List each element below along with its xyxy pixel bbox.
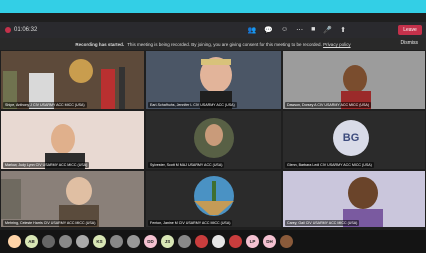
toolbar-icons: 👥 💬 ☺ ⋯ ■ 🎤 ⬆ bbox=[248, 26, 346, 34]
participant-bubble[interactable]: AB bbox=[25, 235, 38, 248]
video-tile[interactable]: Dawson, Dorsey A CIV USARMY ACC MICC (US… bbox=[282, 50, 426, 110]
video-tile[interactable]: Sylvester, Scott M MAJ USARMY ACC (USA) bbox=[145, 110, 282, 170]
video-tile[interactable]: Marlow, Judy Lynn CIV USARMY ACC MICC (U… bbox=[0, 110, 145, 170]
participant-bubble[interactable] bbox=[229, 235, 242, 248]
participant-bubble[interactable] bbox=[280, 235, 293, 248]
participant-tray: AB KS DD JS LP DH bbox=[0, 230, 426, 253]
participant-name: Mehring, Celeste Harris CIV USARMY ACC M… bbox=[3, 220, 98, 226]
more-icon[interactable]: ⋯ bbox=[296, 26, 303, 34]
participant-name: Sylvester, Scott M MAJ USARMY ACC (USA) bbox=[148, 162, 225, 168]
video-tile[interactable]: Carey, Gail CIV USARMY ACC MICC (USA) bbox=[282, 170, 426, 228]
participant-name: Glenn, Barbara Ledi CIV USARMY ACC MICC … bbox=[285, 162, 374, 168]
video-grid: Shipe, Anthony J CIV USARMY ACC MICC (US… bbox=[0, 50, 426, 228]
participant-bubble[interactable] bbox=[195, 235, 208, 248]
participant-bubble[interactable]: JS bbox=[161, 235, 174, 248]
meeting-toolbar: 01:06:32 👥 💬 ☺ ⋯ ■ 🎤 ⬆ Leave bbox=[0, 22, 426, 38]
video-tile[interactable]: Earl-Schafhuhs, Jennifer L CIV USARMY AC… bbox=[145, 50, 282, 110]
recording-indicator-icon bbox=[5, 27, 11, 33]
participant-bubble[interactable]: DH bbox=[263, 235, 276, 248]
video-tile[interactable]: BG Glenn, Barbara Ledi CIV USARMY ACC MI… bbox=[282, 110, 426, 170]
recording-title: Recording has started. bbox=[75, 41, 125, 47]
participant-bubble[interactable] bbox=[178, 235, 191, 248]
participant-name: Fenton, Janine M CIV USARMY ACC MICC (US… bbox=[148, 220, 233, 226]
participant-avatar: BG bbox=[333, 120, 369, 156]
recording-banner: Recording has started. This meeting is b… bbox=[0, 38, 426, 50]
participant-bubble[interactable] bbox=[127, 235, 140, 248]
participant-bubble[interactable] bbox=[76, 235, 89, 248]
participant-name: Shipe, Anthony J CIV USARMY ACC MICC (US… bbox=[3, 102, 87, 108]
participant-bubble[interactable] bbox=[42, 235, 55, 248]
participant-bubble[interactable] bbox=[8, 235, 21, 248]
participant-bubble[interactable]: KS bbox=[93, 235, 106, 248]
share-icon[interactable]: ⬆ bbox=[340, 26, 346, 34]
participant-bubble[interactable] bbox=[212, 235, 225, 248]
dismiss-button[interactable]: Dismiss bbox=[401, 40, 419, 46]
participant-name: Earl-Schafhuhs, Jennifer L CIV USARMY AC… bbox=[148, 102, 237, 108]
video-tile[interactable]: Fenton, Janine M CIV USARMY ACC MICC (US… bbox=[145, 170, 282, 228]
video-tile[interactable]: Mehring, Celeste Harris CIV USARMY ACC M… bbox=[0, 170, 145, 228]
window-top-strip bbox=[0, 0, 426, 13]
participant-name: Marlow, Judy Lynn CIV USARMY ACC MICC (U… bbox=[3, 162, 90, 168]
participant-name: Dawson, Dorsey A CIV USARMY ACC MICC (US… bbox=[285, 102, 372, 108]
video-tile[interactable]: Shipe, Anthony J CIV USARMY ACC MICC (US… bbox=[0, 50, 145, 110]
meeting-timer: 01:06:32 bbox=[14, 27, 38, 33]
participant-bubble[interactable] bbox=[110, 235, 123, 248]
recording-message: This meeting is being recorded. By joini… bbox=[127, 41, 322, 47]
leave-button[interactable]: Leave bbox=[398, 25, 422, 35]
reactions-icon[interactable]: ☺ bbox=[281, 26, 288, 34]
privacy-link[interactable]: Privacy policy bbox=[323, 42, 351, 47]
participant-bubble[interactable] bbox=[59, 235, 72, 248]
camera-icon[interactable]: ■ bbox=[311, 26, 315, 34]
participant-bubble[interactable]: DD bbox=[144, 235, 157, 248]
mic-icon[interactable]: 🎤 bbox=[323, 26, 332, 34]
participants-icon[interactable]: 👥 bbox=[248, 26, 257, 34]
participant-bubble[interactable]: LP bbox=[246, 235, 259, 248]
participant-name: Carey, Gail CIV USARMY ACC MICC (USA) bbox=[285, 220, 360, 226]
chat-icon[interactable]: 💬 bbox=[264, 26, 273, 34]
